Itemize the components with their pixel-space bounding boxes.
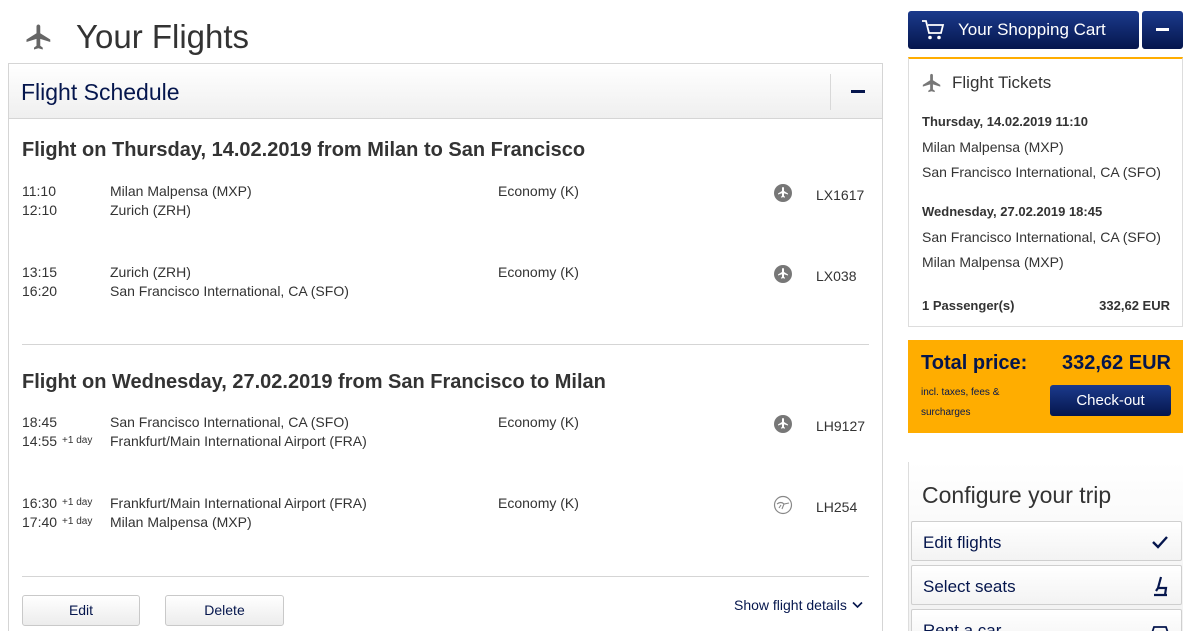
- select-seats-label: Select seats: [923, 577, 1016, 596]
- arrival-airport: Milan Malpensa (MXP): [110, 514, 252, 530]
- car-icon: [1151, 626, 1169, 631]
- arrival-time: 12:10: [22, 202, 58, 218]
- page-title: Your Flights: [76, 18, 250, 55]
- arrival-time: 14:55 +1 day: [22, 433, 93, 449]
- configure-trip-panel: Configure your trip Edit flights Select …: [908, 462, 1183, 631]
- actions-divider: [22, 576, 869, 577]
- lufthansa-crane-icon: [773, 495, 793, 515]
- arrival-airport: San Francisco International, CA (SFO): [110, 283, 349, 299]
- shopping-cart-button[interactable]: Your Shopping Cart: [908, 11, 1139, 49]
- swiss-logo-icon: [774, 184, 792, 202]
- checkmark-icon: [1152, 536, 1168, 549]
- minus-icon: [851, 90, 865, 93]
- total-price-value: 332,62 EUR: [1062, 352, 1171, 374]
- page-header: Your Flights: [24, 14, 249, 60]
- outbound-to: San Francisco International, CA (SFO): [922, 164, 1161, 180]
- arrival-airport: Zurich (ZRH): [110, 202, 191, 218]
- show-flight-details-link[interactable]: Show flight details: [734, 597, 863, 613]
- flight-number: LX038: [816, 268, 857, 284]
- flight-schedule-title: Flight Schedule: [21, 79, 180, 105]
- bound-divider: [22, 344, 869, 345]
- delete-button[interactable]: Delete: [165, 595, 284, 626]
- inbound-to: Milan Malpensa (MXP): [922, 254, 1064, 270]
- minus-icon: [1156, 28, 1169, 31]
- cabin-class: Economy (K): [498, 264, 579, 280]
- departure-airport: Zurich (ZRH): [110, 264, 191, 280]
- cart-summary: Flight Tickets Thursday, 14.02.2019 11:1…: [908, 57, 1183, 327]
- edit-button[interactable]: Edit: [22, 595, 140, 626]
- bound-title: Flight on Wednesday, 27.02.2019 from San…: [22, 371, 606, 393]
- configure-trip-title: Configure your trip: [922, 482, 1112, 508]
- edit-flights-item[interactable]: Edit flights: [911, 521, 1182, 561]
- airplane-icon: [26, 24, 51, 50]
- checkout-button[interactable]: Check-out: [1050, 385, 1171, 416]
- arrival-airport: Frankfurt/Main International Airport (FR…: [110, 433, 367, 449]
- flight-segment: 13:15 16:20 Zurich (ZRH) San Francisco I…: [22, 264, 869, 304]
- collapse-schedule-button[interactable]: [839, 64, 883, 119]
- outbound-bound: Flight on Thursday, 14.02.2019 from Mila…: [22, 139, 869, 162]
- collapse-cart-button[interactable]: [1142, 11, 1183, 49]
- flight-segment: 16:30 +1 day 17:40 +1 day Frankfurt/Main I…: [22, 495, 869, 535]
- departure-time: 16:30 +1 day: [22, 495, 93, 511]
- outbound-datetime: Thursday, 14.02.2019 11:10: [922, 114, 1088, 129]
- swiss-logo-icon: [774, 265, 792, 283]
- flight-schedule-header: Flight Schedule: [9, 64, 882, 119]
- header-divider: [830, 74, 831, 110]
- rent-a-car-label: Rent a car: [923, 621, 1002, 631]
- seat-icon: [1154, 576, 1168, 597]
- chevron-down-icon: [852, 601, 863, 609]
- inbound-from: San Francisco International, CA (SFO): [922, 229, 1161, 245]
- cart-icon: [922, 20, 945, 40]
- total-price-label: Total price:: [921, 352, 1028, 374]
- inbound-bound: Flight on Wednesday, 27.02.2019 from San…: [22, 371, 869, 394]
- edit-flights-label: Edit flights: [923, 533, 1002, 552]
- subtotal-price: 332,62 EUR: [1099, 298, 1170, 313]
- flight-segment: 18:45 14:55 +1 day San Francisco Internat…: [22, 414, 869, 454]
- flight-number: LX1617: [816, 187, 865, 203]
- flight-segment: 11:10 12:10 Milan Malpensa (MXP) Zurich …: [22, 183, 869, 223]
- select-seats-item[interactable]: Select seats: [911, 565, 1182, 605]
- flight-tickets-title: Flight Tickets: [952, 73, 1052, 92]
- inbound-datetime: Wednesday, 27.02.2019 18:45: [922, 204, 1103, 219]
- arrival-time: 17:40 +1 day: [22, 514, 93, 530]
- cabin-class: Economy (K): [498, 414, 579, 430]
- departure-time: 11:10: [22, 183, 56, 199]
- flight-number: LH9127: [816, 418, 866, 434]
- bound-title: Flight on Thursday, 14.02.2019 from Mila…: [22, 139, 586, 161]
- departure-airport: San Francisco International, CA (SFO): [110, 414, 349, 430]
- arrival-time: 16:20: [22, 283, 58, 299]
- swiss-logo-icon: [774, 415, 792, 433]
- cabin-class: Economy (K): [498, 495, 579, 511]
- departure-airport: Frankfurt/Main International Airport (FR…: [110, 495, 367, 511]
- airplane-icon: [922, 73, 941, 93]
- shopping-cart-label: Your Shopping Cart: [958, 20, 1106, 39]
- departure-time: 13:15: [22, 264, 58, 280]
- departure-time: 18:45: [22, 414, 58, 430]
- outbound-from: Milan Malpensa (MXP): [922, 139, 1064, 155]
- rent-a-car-item[interactable]: Rent a car: [911, 609, 1182, 631]
- total-price-box: Total price: 332,62 EUR incl. taxes, fee…: [908, 340, 1183, 433]
- flight-tickets-header: Flight Tickets: [921, 72, 1051, 94]
- flight-schedule-panel: Flight Schedule Flight on Thursday, 14.0…: [8, 63, 883, 631]
- show-flight-details-label: Show flight details: [734, 597, 847, 613]
- total-price-note: incl. taxes, fees & surcharges: [921, 387, 1000, 418]
- cabin-class: Economy (K): [498, 183, 579, 199]
- flight-number: LH254: [816, 499, 858, 515]
- departure-airport: Milan Malpensa (MXP): [110, 183, 252, 199]
- passenger-count: 1 Passenger(s): [922, 298, 1015, 313]
